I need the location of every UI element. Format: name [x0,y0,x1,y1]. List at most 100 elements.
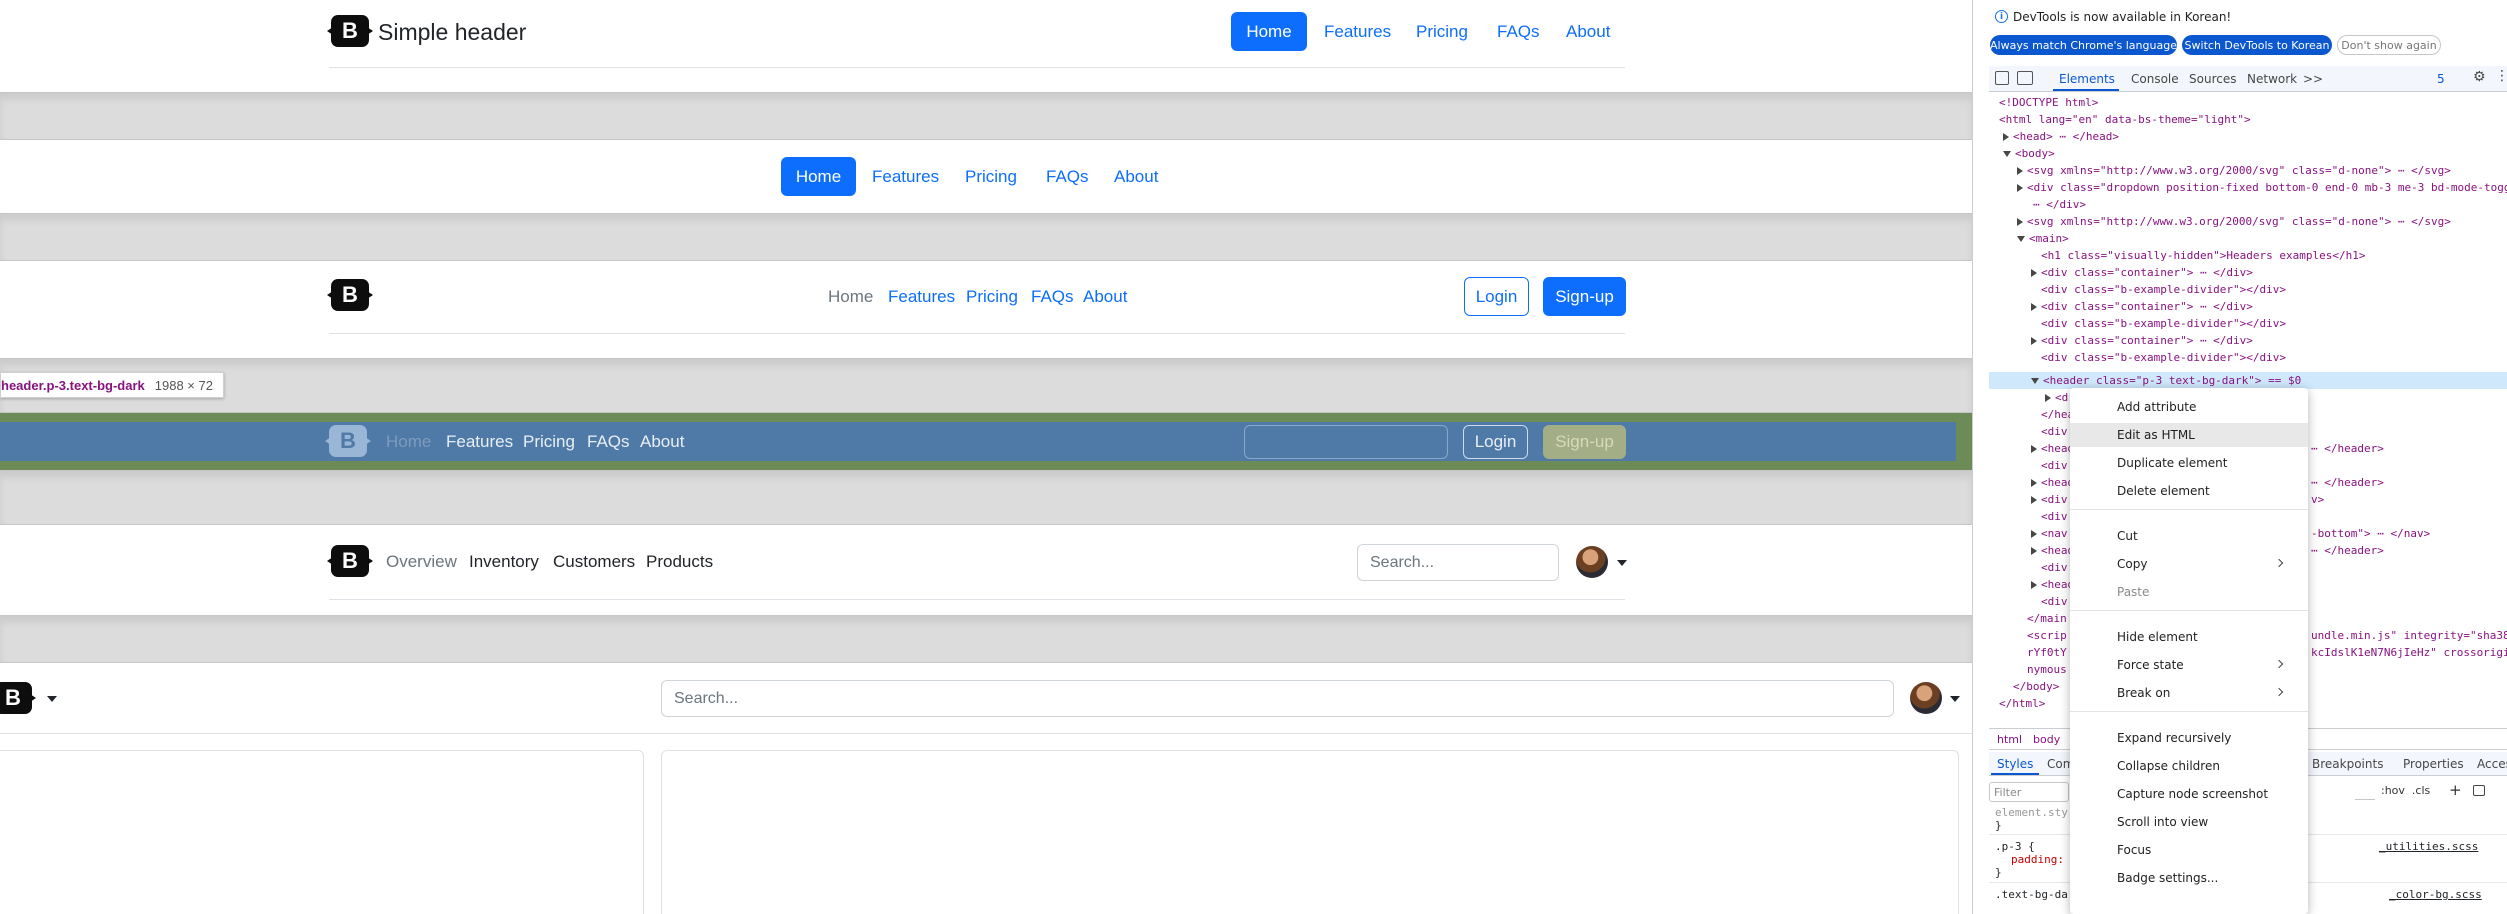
nav-products[interactable]: Products [646,552,713,572]
tab-elements[interactable]: Elements [2059,72,2115,86]
tab-network[interactable]: Network [2247,72,2297,86]
expand-triangle-icon[interactable] [2017,218,2023,226]
styles-filter-input[interactable]: Filter [1989,782,2069,802]
p3-source-link[interactable]: _utilities.scss [2379,840,2478,853]
menu-force-state[interactable]: Force state [2070,653,2308,677]
bootstrap-logo-icon[interactable]: B [0,682,32,714]
menu-expand-recursively[interactable]: Expand recursively [2070,726,2308,750]
dom-node[interactable]: <div class="b-example-divider"></div> [2041,315,2286,332]
nav-home[interactable]: Home [828,287,873,307]
add-rule-icon[interactable]: + [2449,781,2462,799]
search-input[interactable] [1244,425,1448,459]
expand-triangle-icon[interactable] [2031,547,2037,555]
dom-node[interactable]: <div class="container"> ⋯ </div> [2031,264,2253,281]
nav-features[interactable]: Features [446,432,513,452]
p3-padding-prop[interactable]: padding: [2011,853,2064,866]
nav-customers[interactable]: Customers [553,552,635,572]
dom-node[interactable]: <head [2031,542,2074,559]
dom-node[interactable]: ⋯ </div> [2033,196,2086,213]
textbg-source-link[interactable]: _color-bg.scss [2389,888,2482,901]
dom-node[interactable]: <svg xmlns="http://www.w3.org/2000/svg" … [2017,162,2451,179]
dom-node[interactable]: <div class="b-example-divider"></div> [2041,349,2286,366]
nav-pricing[interactable]: Pricing [1416,22,1468,42]
expand-triangle-icon[interactable] [2031,269,2037,277]
nav-features[interactable]: Features [1324,22,1391,42]
tab-styles[interactable]: Styles [1997,757,2033,771]
user-avatar[interactable] [1576,546,1608,578]
nav-pricing[interactable]: Pricing [523,432,575,452]
login-button[interactable]: Login [1464,277,1529,316]
dom-node[interactable]: <div [2041,457,2068,474]
expand-triangle-icon[interactable] [2031,581,2037,589]
collapse-triangle-icon[interactable] [2031,378,2039,384]
selected-dom-node[interactable]: <header class="p-3 text-bg-dark"> == $0 [2031,372,2301,389]
bootstrap-logo-icon[interactable]: B [331,279,369,311]
nav-features[interactable]: Features [872,167,939,187]
menu-duplicate-element[interactable]: Duplicate element [2070,451,2308,475]
dom-node[interactable]: <div class="dropdown position-fixed bott… [2017,179,2507,196]
always-match-language-button[interactable]: Always match Chrome's language [1990,35,2177,55]
toggle-styles-icon[interactable] [2473,785,2485,796]
menu-add-attribute[interactable]: Add attribute [2070,395,2308,419]
nav-home-active[interactable]: Home [1231,12,1307,51]
tab-console[interactable]: Console [2131,72,2179,86]
dom-node[interactable]: <div [2041,593,2068,610]
gear-icon[interactable]: ⚙ [2473,69,2486,85]
search-input[interactable]: Search... [1357,544,1559,581]
menu-paste[interactable]: Paste [2070,580,2308,604]
menu-scroll-into-view[interactable]: Scroll into view [2070,810,2308,834]
element-style-rule[interactable]: element.sty [1995,806,2068,819]
bootstrap-logo-icon[interactable]: B [331,15,369,47]
dom-node[interactable]: </body> [2013,678,2059,695]
dom-node[interactable]: <div class="container"> ⋯ </div> [2031,332,2253,349]
dom-node[interactable]: <svg xmlns="http://www.w3.org/2000/svg" … [2017,213,2451,230]
expand-triangle-icon[interactable] [2031,479,2037,487]
nav-pricing[interactable]: Pricing [966,287,1018,307]
menu-copy[interactable]: Copy [2070,552,2308,576]
dom-node[interactable]: <div [2041,508,2068,525]
dom-node[interactable]: <nav [2031,525,2068,542]
dom-node[interactable]: <head [2031,474,2074,491]
dom-node[interactable]: <main> [2017,230,2069,247]
menu-cut[interactable]: Cut [2070,524,2308,548]
menu-hide-element[interactable]: Hide element [2070,625,2308,649]
expand-triangle-icon[interactable] [2031,530,2037,538]
dom-node[interactable]: <div class="container"> ⋯ </div> [2031,298,2253,315]
dom-node[interactable]: <head> ⋯ </head> [2003,128,2119,145]
user-avatar[interactable] [1910,682,1942,714]
signup-button[interactable]: Sign-up [1543,277,1626,316]
dont-show-again-button[interactable]: Don't show again [2337,35,2441,55]
dom-node[interactable]: <h1 class="visually-hidden">Headers exam… [2041,247,2366,264]
issues-badge[interactable]: 5 [2437,72,2445,86]
nav-faqs[interactable]: FAQs [587,432,630,452]
nav-about[interactable]: About [1114,167,1158,187]
menu-capture-node-screenshot[interactable]: Capture node screenshot [2070,782,2308,806]
dom-node[interactable]: <body> [2003,145,2055,162]
chevron-down-icon[interactable] [1950,696,1960,702]
dom-node[interactable]: <!DOCTYPE html> [1999,94,2098,111]
dom-node[interactable]: </main [2027,610,2067,627]
collapse-triangle-icon[interactable] [2003,151,2011,157]
hov-cls-toggle[interactable]: :hov .cls [2381,784,2430,797]
nav-home[interactable]: Home [386,432,431,452]
collapse-triangle-icon[interactable] [2017,236,2025,242]
dom-node[interactable]: <div [2041,559,2068,576]
menu-edit-as-html[interactable]: Edit as HTML [2070,423,2308,447]
nav-faqs[interactable]: FAQs [1497,22,1540,42]
signup-button[interactable]: Sign-up [1543,425,1626,459]
search-input[interactable]: Search... [661,680,1894,717]
nav-home-active[interactable]: Home [781,157,856,196]
crumb-body[interactable]: body [2033,733,2060,746]
dom-node[interactable]: <head [2031,440,2074,457]
dom-node[interactable]: <html lang="en" data-bs-theme="light"> [1999,111,2251,128]
crumb-html[interactable]: html [1997,733,2022,746]
switch-to-korean-button[interactable]: Switch DevTools to Korean [2182,35,2332,55]
dom-node[interactable]: <scrip [2027,627,2067,644]
nav-about[interactable]: About [1083,287,1127,307]
textbg-selector[interactable]: .text-bg-da [1995,888,2068,901]
chevron-down-icon[interactable] [47,696,57,702]
nav-faqs[interactable]: FAQs [1046,167,1089,187]
nav-about[interactable]: About [1566,22,1610,42]
expand-triangle-icon[interactable] [2031,496,2037,504]
nav-pricing[interactable]: Pricing [965,167,1017,187]
